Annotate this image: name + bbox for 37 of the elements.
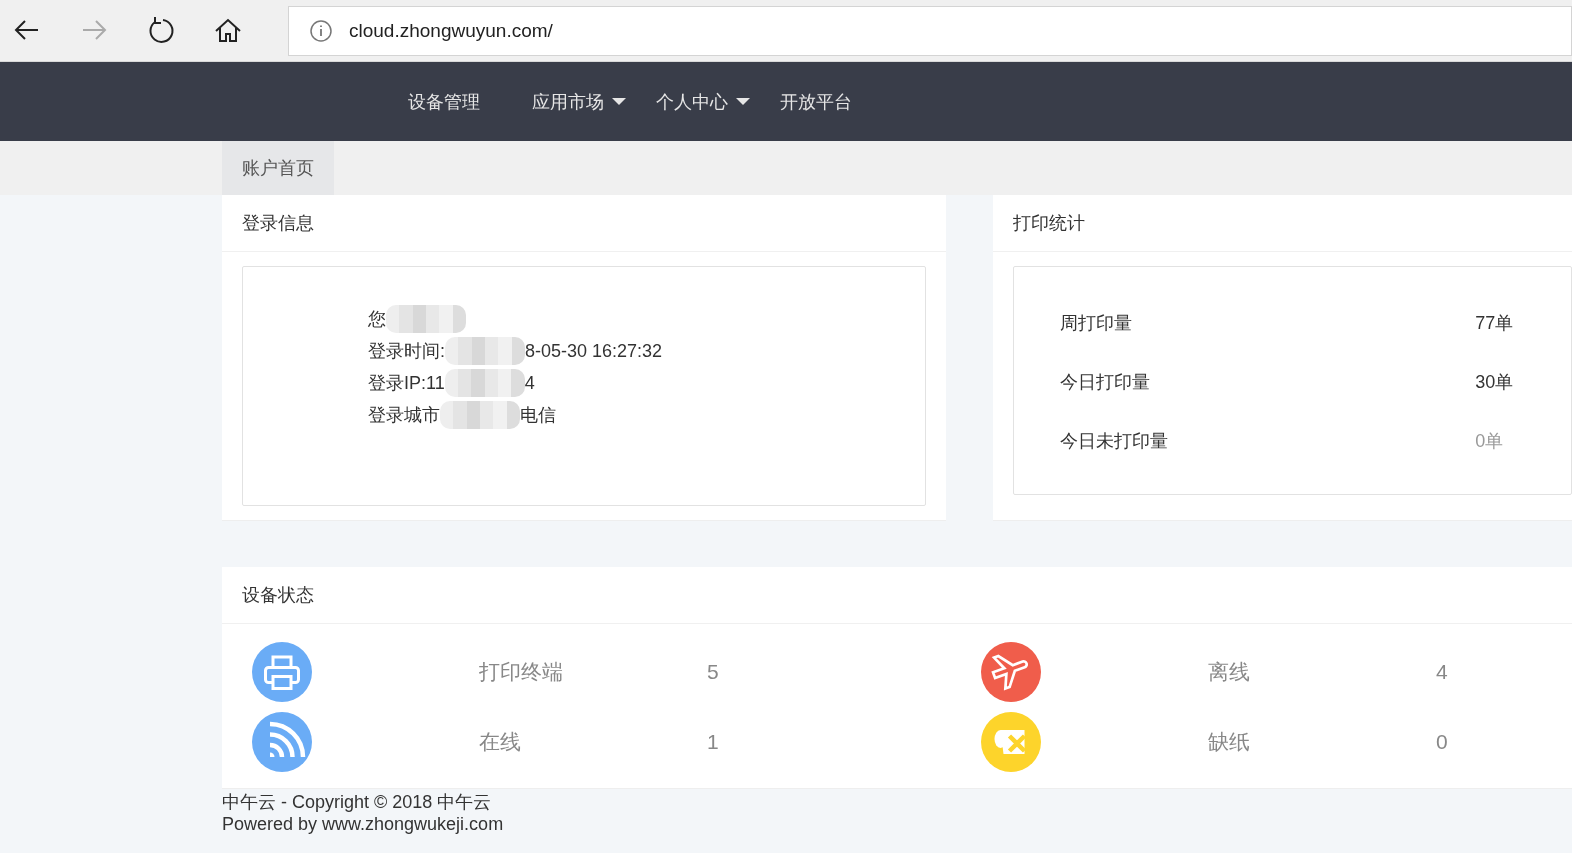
info-icon bbox=[309, 18, 333, 43]
status-label: 在线 bbox=[478, 729, 522, 755]
login-text: 登录城市 bbox=[368, 404, 440, 427]
status-label: 缺纸 bbox=[1207, 729, 1251, 755]
caret-icon bbox=[612, 98, 626, 105]
status-label: 离线 bbox=[1207, 659, 1251, 685]
stat-label: 今日未打印量 bbox=[1060, 430, 1170, 453]
stat-value: 0单 bbox=[1475, 430, 1504, 453]
nav-item[interactable]: 开放平台 bbox=[780, 89, 852, 114]
status-count: 4 bbox=[1436, 660, 1449, 684]
status-label: 打印终端 bbox=[478, 659, 564, 685]
stat-value: 30单 bbox=[1475, 371, 1514, 394]
caret-icon bbox=[736, 98, 750, 105]
reload-icon[interactable] bbox=[146, 15, 176, 46]
card-title: 登录信息 bbox=[222, 195, 947, 252]
login-text: 登录IP:11 bbox=[368, 372, 445, 395]
footer-text: 中午云 - Copyright © 2018 中午云 bbox=[222, 791, 493, 813]
nav-item[interactable]: 应用市场 bbox=[532, 89, 626, 114]
breadcrumb-tab[interactable]: 账户首页 bbox=[222, 141, 334, 195]
status-count: 1 bbox=[707, 730, 720, 754]
login-text: 8-05-30 16:27:32 bbox=[525, 340, 663, 362]
card-title: 打印统计 bbox=[993, 195, 1572, 252]
address-bar[interactable]: cloud.zhongwuyun.com/ bbox=[288, 5, 1572, 56]
stat-label: 周打印量 bbox=[1060, 312, 1134, 335]
login-text: 电信 bbox=[520, 404, 556, 427]
card-title: 设备状态 bbox=[222, 567, 1572, 624]
login-text: 您 bbox=[368, 308, 386, 331]
nav-item[interactable]: 设备管理 bbox=[408, 89, 480, 114]
login-text: 4 bbox=[524, 372, 535, 394]
stat-value: 77单 bbox=[1475, 312, 1514, 335]
stat-label: 今日打印量 bbox=[1060, 371, 1152, 394]
nav-item[interactable]: 个人中心 bbox=[656, 89, 750, 114]
status-count: 0 bbox=[1436, 730, 1449, 754]
url-text: cloud.zhongwuyun.com/ bbox=[349, 19, 553, 42]
login-text: 登录时间: bbox=[368, 340, 445, 363]
status-count: 5 bbox=[707, 660, 720, 684]
footer-text: Powered by www.zhongwukeji.com bbox=[222, 813, 505, 835]
